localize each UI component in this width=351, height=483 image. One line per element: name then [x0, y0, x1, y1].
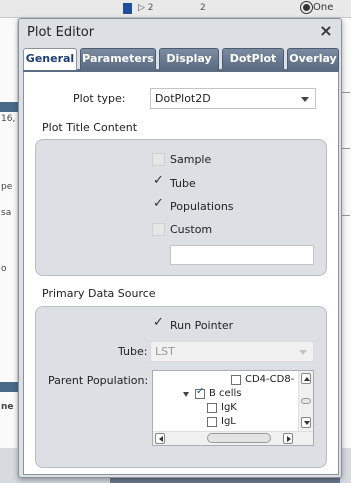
expand-triangle-icon[interactable] — [183, 392, 189, 397]
scroll-down-button[interactable] — [301, 417, 311, 428]
tree-item-igk[interactable]: IgK — [207, 402, 287, 416]
tab-general[interactable]: General — [23, 48, 77, 70]
arrow-down-icon — [304, 421, 310, 425]
background-text: 16, — [1, 114, 16, 124]
background-label: One — [313, 2, 334, 13]
arrow-left-icon — [159, 436, 163, 442]
checkbox-label: Custom — [170, 223, 213, 236]
checkbox-label: Run Pointer — [170, 319, 234, 332]
background-stripe — [0, 102, 18, 112]
tube-checkbox[interactable]: ✓ Tube — [152, 173, 232, 192]
check-icon: ✓ — [153, 173, 164, 188]
checkbox-label: Tube — [170, 177, 196, 190]
tube-select[interactable]: LST — [150, 341, 314, 362]
plot-type-label: Plot type: — [73, 92, 126, 105]
checkbox-box — [152, 223, 165, 236]
background-text: sa — [1, 208, 12, 218]
primary-data-source-label: Primary Data Source — [42, 287, 156, 300]
background-stripe — [0, 382, 18, 392]
checkbox-label: Sample — [170, 153, 212, 166]
plot-type-value: DotPlot2D — [155, 92, 211, 105]
checkbox-box — [207, 417, 217, 427]
background-left-panel: 16, pe sa o ne — [0, 18, 18, 483]
check-icon: ✓ — [196, 386, 205, 397]
sample-checkbox[interactable]: Sample — [152, 152, 232, 168]
background-cell: 2 — [200, 3, 206, 13]
scroll-right-button[interactable] — [283, 433, 293, 444]
background-cell: ▷ 2 — [138, 3, 154, 13]
dialog-titlebar[interactable]: Plot Editor × — [19, 19, 341, 45]
tree-item-b-cells[interactable]: ✓ B cells — [183, 386, 283, 402]
parent-population-tree[interactable]: CD4-CD8- ✓ B cells IgK IgL — [152, 370, 314, 446]
checkbox-label: Populations — [170, 200, 234, 213]
horizontal-scrollbar[interactable] — [153, 431, 313, 445]
checkbox-box — [207, 403, 217, 413]
custom-checkbox[interactable]: Custom — [152, 222, 232, 238]
plot-title-content-group: Sample ✓ Tube ✓ Populations Custom — [35, 139, 327, 276]
tree-item-label: CD4-CD8- — [245, 374, 295, 385]
tree-item-label: B cells — [209, 388, 242, 399]
parent-population-label: Parent Population: — [48, 374, 149, 387]
scroll-left-button[interactable] — [155, 433, 165, 444]
close-icon[interactable]: × — [317, 21, 335, 41]
scroll-up-button[interactable] — [301, 373, 311, 384]
horizontal-scroll-thumb[interactable] — [207, 433, 271, 443]
check-icon: ✓ — [153, 315, 164, 330]
tab-display[interactable]: Display — [159, 48, 219, 69]
run-pointer-checkbox[interactable]: ✓ Run Pointer — [152, 315, 252, 334]
dialog-title: Plot Editor — [27, 25, 95, 40]
tab-dotplot[interactable]: DotPlot — [222, 48, 284, 69]
tab-parameters[interactable]: Parameters — [80, 48, 156, 69]
checkbox-box — [152, 153, 165, 166]
plot-type-select[interactable]: DotPlot2D — [150, 88, 316, 109]
chevron-down-icon — [301, 97, 309, 102]
vertical-scrollbar[interactable] — [298, 371, 313, 431]
tab-bar: General Parameters Display DotPlot Overl… — [23, 48, 339, 70]
vertical-scroll-thumb[interactable] — [301, 398, 311, 404]
tree-item-label: IgL — [221, 416, 236, 427]
flag-icon — [123, 3, 132, 14]
plot-title-content-label: Plot Title Content — [42, 121, 138, 134]
background-text: pe — [1, 182, 13, 192]
gear-icon — [300, 1, 313, 14]
primary-data-source-group: ✓ Run Pointer Tube: LST Parent Populatio… — [35, 306, 327, 468]
arrow-right-icon — [287, 436, 291, 442]
background-text: o — [1, 264, 7, 274]
check-icon: ✓ — [153, 196, 164, 211]
custom-title-input[interactable] — [170, 245, 314, 265]
general-tab-panel: Plot type: DotPlot2D Plot Title Content … — [23, 72, 339, 475]
arrow-up-icon — [304, 377, 310, 381]
plot-editor-dialog: Plot Editor × General Parameters Display… — [18, 18, 342, 478]
populations-checkbox[interactable]: ✓ Populations — [152, 196, 252, 215]
tree-item-igl[interactable]: IgL — [207, 416, 287, 430]
checkbox-box — [231, 375, 241, 385]
chevron-down-icon — [299, 350, 307, 355]
tube-value: LST — [155, 345, 175, 358]
tab-overlay[interactable]: Overlay — [287, 48, 339, 69]
tube-label: Tube: — [118, 345, 148, 358]
tree-item-label: IgK — [221, 402, 237, 413]
background-text: ne — [1, 402, 14, 412]
background-toolbar: ▷ 2 2 One — [0, 0, 351, 18]
